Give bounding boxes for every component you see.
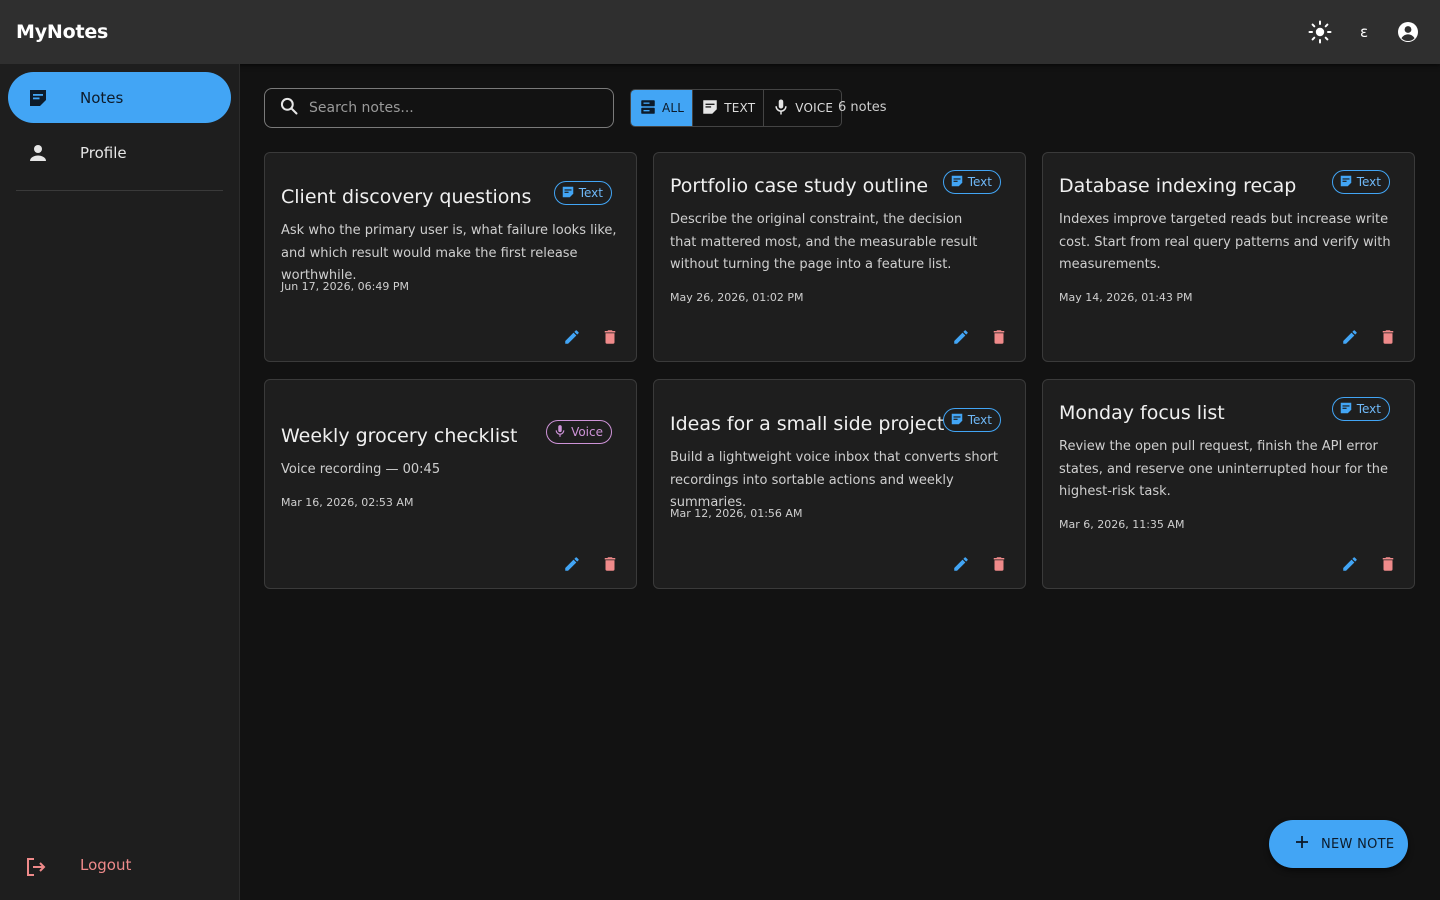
note-title: Ideas for a small side project [670, 413, 945, 435]
new-note-label: NEW NOTE [1321, 836, 1395, 852]
note-icon [950, 174, 964, 191]
note-body: Voice recording — 00:45 [281, 462, 441, 477]
search-input[interactable] [309, 100, 599, 116]
app-title: MyNotes [16, 21, 109, 43]
note-icon [701, 98, 719, 119]
app-bar: MyNotes ε [0, 0, 1440, 64]
sidebar-item-label: Profile [80, 143, 127, 162]
note-icon [1339, 401, 1353, 418]
note-actions [1340, 554, 1398, 574]
filter-voice-label: VOICE [795, 101, 834, 115]
note-actions [562, 327, 620, 347]
logout-label: Logout [80, 856, 132, 874]
note-title: Weekly grocery checklist [281, 425, 518, 447]
sidebar-item-notes[interactable]: Notes [8, 72, 231, 123]
note-body: Build a lightweight voice inbox that con… [670, 450, 998, 510]
delete-trash-icon[interactable] [1378, 554, 1398, 574]
note-type-chip: Text [942, 170, 1001, 194]
note-type-chip: Text [1331, 170, 1390, 194]
note-type-label: Text [578, 186, 603, 200]
edit-pencil-icon[interactable] [1340, 327, 1360, 347]
note-date: Mar 16, 2026, 02:53 AM [281, 496, 414, 509]
search-icon [279, 96, 299, 120]
filter-voice-button[interactable]: VOICE [764, 90, 841, 126]
note-body: Ask who the primary user is, what failur… [281, 223, 617, 283]
note-card[interactable]: Database indexing recap Text Indexes imp… [1042, 152, 1415, 362]
account-circle-icon[interactable] [1396, 20, 1420, 44]
note-card[interactable]: Client discovery questions Text Ask who … [264, 152, 637, 362]
edit-pencil-icon[interactable] [951, 554, 971, 574]
delete-trash-icon[interactable] [600, 327, 620, 347]
delete-trash-icon[interactable] [1378, 327, 1398, 347]
note-icon [1339, 174, 1353, 191]
edit-pencil-icon[interactable] [951, 327, 971, 347]
theme-toggle-sun-icon[interactable] [1308, 20, 1332, 44]
note-icon [26, 86, 50, 110]
mic-icon [553, 424, 567, 441]
edit-pencil-icon[interactable] [1340, 554, 1360, 574]
app-bar-actions: ε [1308, 20, 1424, 44]
sidebar-divider [16, 190, 223, 191]
note-icon [950, 412, 964, 429]
mic-icon [772, 98, 790, 119]
filter-all-label: ALL [662, 101, 685, 115]
note-card[interactable]: Portfolio case study outline Text Descri… [653, 152, 1026, 362]
note-title: Database indexing recap [1059, 175, 1297, 197]
note-date: Jun 17, 2026, 06:49 PM [281, 280, 409, 293]
logout-button[interactable]: Logout [8, 841, 231, 891]
note-type-chip: Voice [546, 420, 612, 444]
search-box [264, 88, 614, 128]
new-note-button[interactable]: NEW NOTE [1269, 820, 1408, 868]
delete-trash-icon[interactable] [600, 554, 620, 574]
note-type-label: Text [967, 175, 992, 189]
note-title: Monday focus list [1059, 402, 1225, 424]
note-date: Mar 12, 2026, 01:56 AM [670, 507, 803, 520]
note-type-label: Text [1356, 175, 1381, 189]
note-date: May 26, 2026, 01:02 PM [670, 291, 804, 304]
all-notes-icon [639, 98, 657, 119]
person-icon [26, 141, 50, 165]
note-title: Client discovery questions [281, 186, 532, 208]
filter-all-button[interactable]: ALL [631, 90, 694, 126]
note-date: May 14, 2026, 01:43 PM [1059, 291, 1193, 304]
note-card[interactable]: Monday focus list Text Review the open p… [1042, 379, 1415, 589]
filter-text-button[interactable]: TEXT [693, 90, 765, 126]
note-body: Indexes improve targeted reads but incre… [1059, 212, 1391, 272]
filter-toggle-group: ALL TEXT VOICE [630, 89, 843, 127]
note-actions [562, 554, 620, 574]
note-icon [561, 185, 575, 202]
note-card[interactable]: Weekly grocery checklist Voice Voice rec… [264, 379, 637, 589]
sidebar: Notes Profile Logout [0, 64, 240, 900]
note-body: Review the open pull request, finish the… [1059, 439, 1388, 499]
note-type-label: Voice [571, 425, 603, 439]
note-type-chip: Text [553, 181, 612, 205]
note-date: Mar 6, 2026, 11:35 AM [1059, 518, 1185, 531]
delete-trash-icon[interactable] [989, 554, 1009, 574]
filter-text-label: TEXT [724, 101, 756, 115]
delete-trash-icon[interactable] [989, 327, 1009, 347]
note-count: 6 notes [838, 100, 887, 115]
sidebar-item-profile[interactable]: Profile [8, 127, 231, 178]
note-actions [951, 327, 1009, 347]
note-title: Portfolio case study outline [670, 175, 929, 197]
sidebar-item-label: Notes [80, 88, 124, 107]
plus-icon [1293, 833, 1311, 855]
note-type-chip: Text [1331, 397, 1390, 421]
note-actions [951, 554, 1009, 574]
language-button[interactable]: ε [1352, 20, 1376, 44]
note-type-chip: Text [942, 408, 1001, 432]
note-type-label: Text [1356, 402, 1381, 416]
edit-pencil-icon[interactable] [562, 327, 582, 347]
note-type-label: Text [967, 413, 992, 427]
note-card[interactable]: Ideas for a small side project Text Buil… [653, 379, 1026, 589]
note-body: Describe the original constraint, the de… [670, 212, 978, 272]
note-actions [1340, 327, 1398, 347]
logout-icon [24, 855, 48, 879]
edit-pencil-icon[interactable] [562, 554, 582, 574]
